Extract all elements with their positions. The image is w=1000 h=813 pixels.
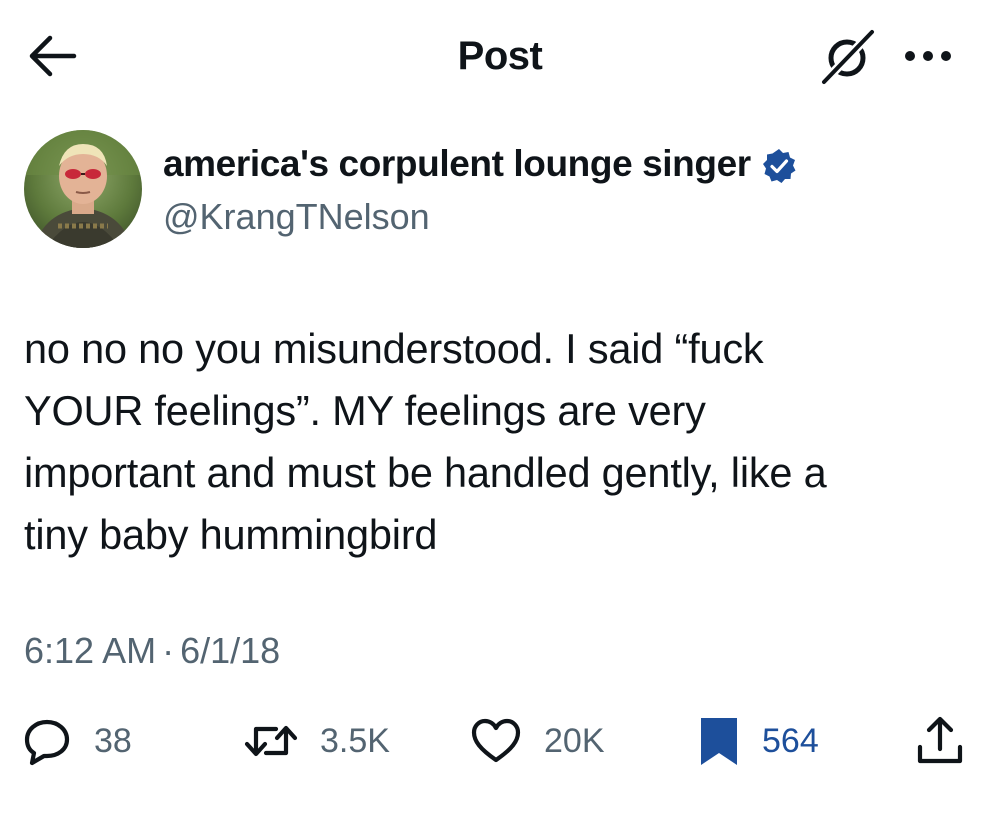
reply-icon — [24, 719, 70, 766]
heart-icon — [471, 718, 521, 763]
share-icon — [917, 716, 963, 764]
tweet-text-line: tiny baby hummingbird — [24, 511, 438, 558]
avatar[interactable] — [24, 130, 142, 248]
author-handle[interactable]: @KrangTNelson — [163, 196, 430, 238]
bookmark-filled-icon — [701, 718, 737, 765]
share-button[interactable] — [914, 712, 966, 770]
tweet-text-line: no no no you misunderstood. I said “fuck — [24, 325, 764, 372]
reply-count: 38 — [94, 721, 132, 760]
display-name[interactable]: america's corpulent lounge singer — [163, 143, 751, 185]
repost-button[interactable]: 3.5K — [244, 712, 390, 770]
tweet-time: 6:12 AM — [24, 630, 157, 671]
bookmark-count: 564 — [762, 721, 819, 760]
tweet-date: 6/1/18 — [180, 630, 281, 671]
author-name-row: america's corpulent lounge singer — [163, 140, 797, 188]
post-detail-screen: Post america's corpulent lounge singer @… — [0, 0, 1000, 813]
tweet-text-line: important and must be handled gently, li… — [24, 449, 827, 496]
bookmark-button[interactable]: 564 — [698, 712, 819, 770]
repost-count: 3.5K — [320, 721, 390, 760]
tweet-timestamp[interactable]: 6:12 AM · 6/1/18 — [24, 630, 280, 672]
more-horizontal-icon — [905, 51, 951, 61]
reply-button[interactable]: 38 — [22, 712, 132, 770]
grok-icon — [819, 27, 877, 87]
meta-separator: · — [162, 630, 175, 671]
avatar-photo — [24, 130, 142, 248]
more-options-button[interactable] — [900, 38, 956, 74]
verified-badge-icon — [762, 149, 796, 183]
like-button[interactable]: 20K — [470, 712, 605, 770]
like-count: 20K — [544, 721, 605, 760]
tweet-text: no no no you misunderstood. I said “fuck… — [24, 318, 974, 566]
grok-button[interactable] — [818, 26, 878, 87]
repost-icon — [244, 725, 298, 757]
tweet-text-line: YOUR feelings”. MY feelings are very — [24, 387, 706, 434]
